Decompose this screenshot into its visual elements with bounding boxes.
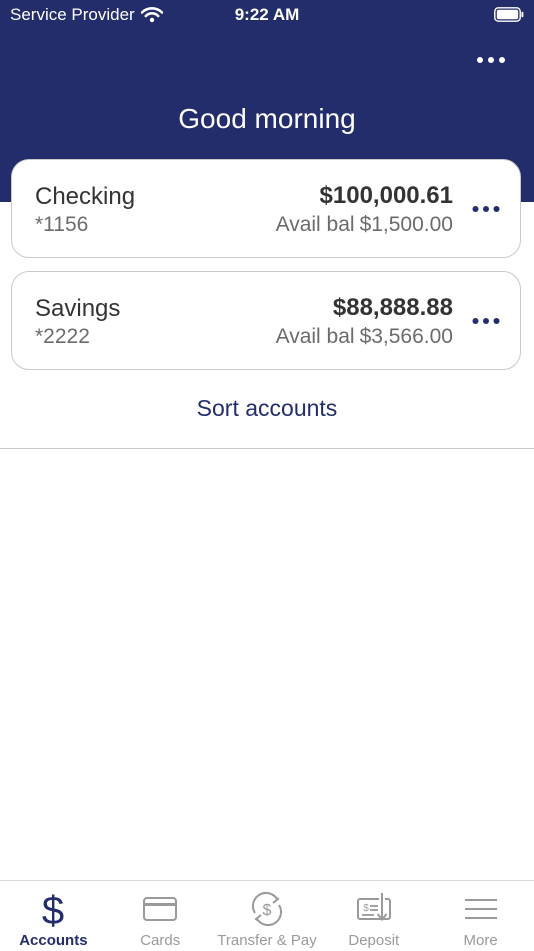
tab-label: Transfer & Pay [217, 932, 317, 949]
account-options-icon[interactable] [472, 204, 500, 214]
account-card-savings[interactable]: Savings *2222 $88,888.88 Avail bal $3,566… [11, 271, 521, 370]
tab-label: Cards [140, 932, 181, 949]
account-balance: $100,000.61 [319, 182, 453, 209]
account-balance: $88,888.88 [332, 294, 453, 321]
account-number: *2222 [35, 325, 90, 348]
tab-more[interactable]: More [427, 881, 534, 951]
available-balance-label: Avail bal [275, 325, 355, 348]
svg-text:$: $ [263, 902, 272, 919]
available-balance-label: Avail bal [275, 213, 355, 236]
tab-bar: $ Accounts Cards $ Transfer & Pay $ Depo… [0, 880, 534, 951]
tab-cards[interactable]: Cards [107, 881, 214, 951]
card-icon [143, 897, 178, 921]
account-card-checking[interactable]: Checking *1156 $100,000.61 Avail bal $1,5… [11, 159, 521, 258]
transfer-icon: $ [252, 892, 282, 926]
tab-accounts[interactable]: $ Accounts [0, 881, 107, 951]
account-name: Savings [35, 295, 121, 322]
hamburger-icon [464, 899, 497, 919]
tab-deposit[interactable]: $ Deposit [320, 881, 427, 951]
account-number: *1156 [35, 213, 89, 236]
clock: 9:22 AM [234, 5, 300, 24]
available-balance: Avail bal $3,566.00 [271, 325, 453, 349]
available-balance-value: $1,500.00 [359, 213, 453, 236]
tab-label: More [463, 932, 498, 949]
dollar-icon: $ [42, 889, 64, 929]
more-options-icon[interactable] [476, 52, 506, 68]
svg-text:$: $ [363, 903, 369, 914]
available-balance-value: $3,566.00 [359, 325, 453, 348]
greeting: Good morning [178, 103, 356, 134]
tab-label: Accounts [19, 932, 88, 949]
battery-icon [494, 7, 524, 22]
account-options-icon[interactable] [472, 316, 500, 326]
status-bar: Service Provider 9:22 AM [0, 0, 534, 32]
available-balance: Avail bal $1,500.00 [271, 213, 453, 237]
account-name: Checking [35, 183, 136, 210]
divider [0, 448, 534, 449]
tab-label: Deposit [348, 932, 400, 949]
tab-transfer-pay[interactable]: $ Transfer & Pay [214, 881, 321, 951]
svg-text:$: $ [42, 889, 64, 929]
check-deposit-icon: $ [356, 893, 391, 922]
sort-accounts-link[interactable]: Sort accounts [0, 395, 534, 422]
